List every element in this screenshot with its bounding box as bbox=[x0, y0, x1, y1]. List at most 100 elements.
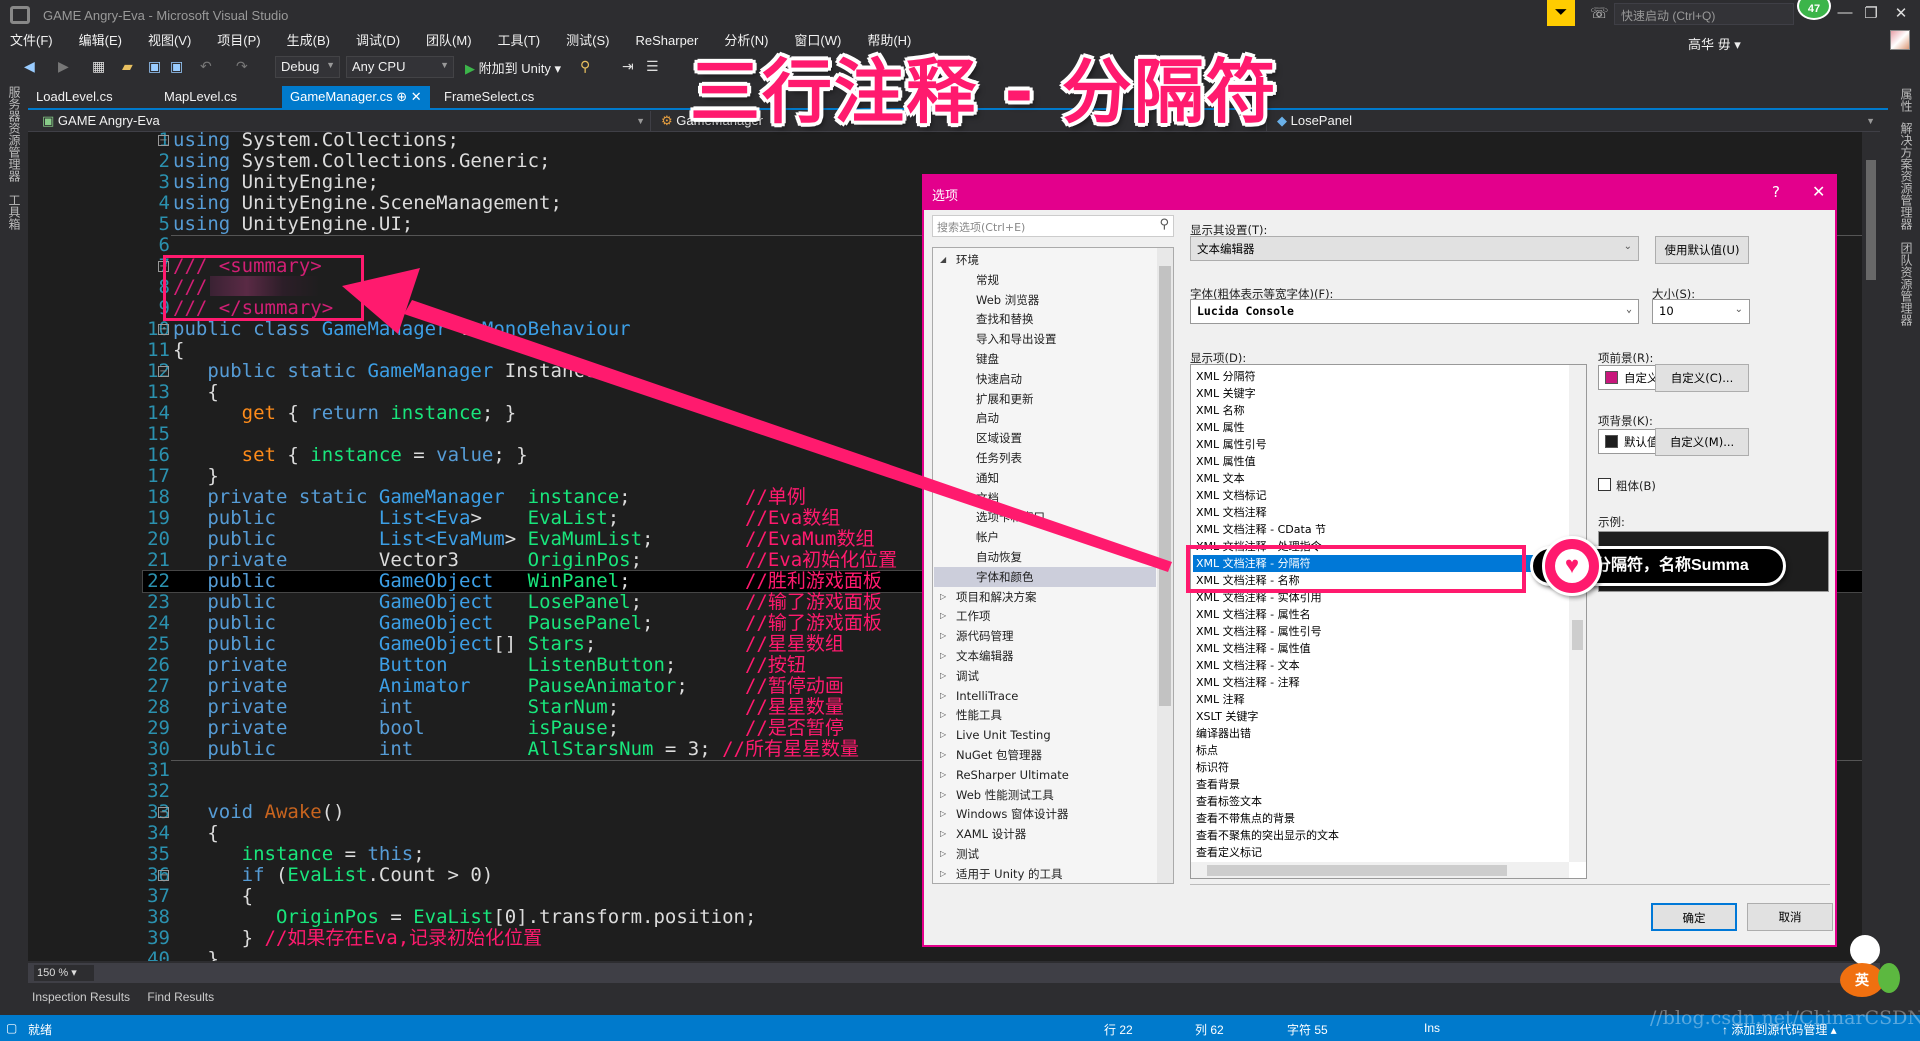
display-item[interactable]: XML 属性 bbox=[1193, 419, 1533, 436]
tree-item[interactable]: ▷ 测试 bbox=[934, 844, 1156, 864]
find-icon[interactable]: ⚲ bbox=[580, 58, 590, 75]
display-item[interactable]: 编译器出错 bbox=[1193, 725, 1533, 742]
tab-loadlevel[interactable]: LoadLevel.cs bbox=[28, 86, 121, 108]
display-item[interactable]: XML 文档注释 - 属性引号 bbox=[1193, 623, 1533, 640]
member-dropdown[interactable]: ◆ LosePanel ▼ bbox=[1271, 111, 1880, 131]
display-item[interactable]: XML 文本 bbox=[1193, 470, 1533, 487]
tree-item[interactable]: ▷ Web 性能测试工具 bbox=[934, 785, 1156, 805]
menu-item[interactable]: 工具(T) bbox=[498, 31, 541, 51]
menu-item[interactable]: 文件(F) bbox=[10, 31, 53, 51]
tab-gamemanager[interactable]: GameManager.cs ⊕ ✕ bbox=[282, 86, 430, 108]
display-item[interactable]: XSLT 关键字 bbox=[1193, 708, 1533, 725]
restore-button[interactable]: ❐ bbox=[1856, 4, 1886, 22]
tree-item[interactable]: ▷ 工作项 bbox=[934, 606, 1156, 626]
undo-icon[interactable]: ↶ bbox=[200, 58, 212, 75]
tree-item[interactable]: ▷ 文本编辑器 bbox=[934, 646, 1156, 666]
collapsed-arrow-icon[interactable]: ▷ bbox=[940, 765, 946, 785]
display-item[interactable]: 标点 bbox=[1193, 742, 1533, 759]
tree-item[interactable]: 导入和导出设置 bbox=[934, 329, 1156, 349]
tree-item[interactable]: ▷ Live Unit Testing bbox=[934, 725, 1156, 745]
indent-icon[interactable]: ☰ bbox=[646, 58, 659, 75]
display-item[interactable]: XML 名称 bbox=[1193, 402, 1533, 419]
ime-mascot-icon[interactable]: 英 bbox=[1840, 935, 1900, 1007]
display-item[interactable]: XML 文档注释 - 文本 bbox=[1193, 657, 1533, 674]
collapsed-arrow-icon[interactable]: ▷ bbox=[940, 626, 946, 646]
tree-item[interactable]: 自动恢复 bbox=[934, 547, 1156, 567]
show-settings-select[interactable]: 文本编辑器 ⌄ bbox=[1190, 236, 1639, 261]
redo-icon[interactable]: ↷ bbox=[236, 58, 248, 75]
close-button[interactable]: ✕ bbox=[1886, 4, 1916, 22]
tree-item[interactable]: 选项卡和窗口 bbox=[934, 507, 1156, 527]
server-explorer-tab[interactable]: 服务器资源管理器 bbox=[6, 86, 23, 182]
list-vertical-scrollbar[interactable] bbox=[1569, 365, 1586, 862]
avatar[interactable] bbox=[1890, 30, 1910, 50]
collapsed-arrow-icon[interactable]: ▷ bbox=[940, 705, 946, 725]
list-scrollbar-thumb[interactable] bbox=[1572, 620, 1583, 650]
notification-badge[interactable]: 47 bbox=[1797, 0, 1831, 20]
menu-item[interactable]: 生成(B) bbox=[287, 31, 330, 51]
collapsed-arrow-icon[interactable]: ▷ bbox=[940, 686, 946, 706]
collapsed-arrow-icon[interactable]: ▷ bbox=[940, 864, 946, 883]
tree-item[interactable]: ▷ IntelliTrace bbox=[934, 686, 1156, 706]
collapsed-arrow-icon[interactable]: ▷ bbox=[940, 666, 946, 686]
collapsed-arrow-icon[interactable]: ▷ bbox=[940, 804, 946, 824]
tree-item[interactable]: ▷ 适用于 Unity 的工具 bbox=[934, 864, 1156, 883]
tree-item[interactable]: ▷ 源代码管理 bbox=[934, 626, 1156, 646]
display-item[interactable]: 查看定义标记 bbox=[1193, 844, 1533, 861]
tree-item[interactable]: 区域设置 bbox=[934, 428, 1156, 448]
dialog-close-button[interactable]: ✕ bbox=[1812, 182, 1825, 201]
display-item[interactable]: XML 文档注释 - 注释 bbox=[1193, 674, 1533, 691]
forward-icon[interactable]: ▶ bbox=[58, 58, 69, 75]
tab-frameselect[interactable]: FrameSelect.cs bbox=[436, 86, 542, 108]
help-button[interactable]: ? bbox=[1772, 183, 1780, 201]
team-explorer-tab[interactable]: 团队资源管理器 bbox=[1898, 242, 1915, 326]
display-item[interactable]: XML 属性值 bbox=[1193, 453, 1533, 470]
menu-item[interactable]: 视图(V) bbox=[148, 31, 191, 51]
tree-item[interactable]: 字体和颜色 bbox=[934, 566, 1156, 587]
display-items-list[interactable]: 查看定义标记 查看不聚焦的突出显示的文本 查看不带焦点的背景 查看标签文本 查看背景 标识… bbox=[1190, 364, 1587, 879]
horizontal-scroll-area[interactable] bbox=[28, 963, 1880, 983]
tab-inspection-results[interactable]: Inspection Results bbox=[32, 990, 130, 1004]
display-item[interactable]: XML 文档注释 bbox=[1193, 504, 1533, 521]
menu-item[interactable]: 编辑(E) bbox=[79, 31, 122, 51]
fold-toggle-icon[interactable]: − bbox=[158, 324, 169, 335]
menu-item[interactable]: 测试(S) bbox=[566, 31, 609, 51]
toolbox-tab[interactable]: 工具箱 bbox=[6, 194, 23, 230]
menu-item[interactable]: 调试(D) bbox=[356, 31, 400, 51]
user-account[interactable]: 高华 毋 ▾ bbox=[1688, 34, 1741, 53]
display-item[interactable]: XML 分隔符 bbox=[1193, 368, 1533, 385]
fold-toggle-icon[interactable]: − bbox=[158, 870, 169, 881]
display-item[interactable]: XML 关键字 bbox=[1193, 385, 1533, 402]
use-defaults-button[interactable]: 使用默认值(U) bbox=[1655, 236, 1749, 264]
ok-button[interactable]: 确定 bbox=[1651, 903, 1737, 931]
properties-tab[interactable]: 属性 bbox=[1898, 88, 1915, 112]
expanded-arrow-icon[interactable]: ◢ bbox=[940, 250, 946, 270]
tree-item[interactable]: ▷ XAML 设计器 bbox=[934, 824, 1156, 844]
menu-item[interactable]: 项目(P) bbox=[217, 31, 260, 51]
open-file-icon[interactable]: ▰ bbox=[122, 58, 133, 75]
fold-toggle-icon[interactable]: − bbox=[158, 807, 169, 818]
zoom-select[interactable]: 150 % ▾ bbox=[34, 965, 94, 981]
tree-item[interactable]: ▷ Windows 窗体设计器 bbox=[934, 804, 1156, 824]
tree-item[interactable]: 启动 bbox=[934, 408, 1156, 428]
collapsed-arrow-icon[interactable]: ▷ bbox=[940, 824, 946, 844]
feedback-icon[interactable]: ☏ bbox=[1590, 4, 1609, 22]
list-horizontal-scrollbar[interactable] bbox=[1191, 862, 1569, 878]
custom-background-button[interactable]: 自定义(M)... bbox=[1655, 428, 1749, 456]
tree-item[interactable]: 查找和替换 bbox=[934, 309, 1156, 329]
tree-item[interactable]: 键盘 bbox=[934, 349, 1156, 369]
display-item[interactable]: XML 文档注释 - CData 节 bbox=[1193, 521, 1533, 538]
tab-find-results[interactable]: Find Results bbox=[147, 990, 214, 1004]
display-item[interactable]: 查看不聚焦的突出显示的文本 bbox=[1193, 827, 1533, 844]
display-item[interactable]: 查看不带焦点的背景 bbox=[1193, 810, 1533, 827]
tree-item[interactable]: 常规 bbox=[934, 270, 1156, 290]
collapsed-arrow-icon[interactable]: ▷ bbox=[940, 745, 946, 765]
tree-item[interactable]: ▷ ReSharper Ultimate bbox=[934, 765, 1156, 785]
tree-item[interactable]: 快速启动 bbox=[934, 369, 1156, 389]
display-item[interactable]: 查看标签文本 bbox=[1193, 793, 1533, 810]
filter-icon[interactable]: ⏷ bbox=[1547, 0, 1575, 26]
custom-foreground-button[interactable]: 自定义(C)... bbox=[1655, 364, 1749, 392]
save-all-icon[interactable]: ▣ bbox=[170, 58, 183, 75]
display-item[interactable]: XML 属性引号 bbox=[1193, 436, 1533, 453]
list-hscroll-thumb[interactable] bbox=[1207, 865, 1507, 876]
